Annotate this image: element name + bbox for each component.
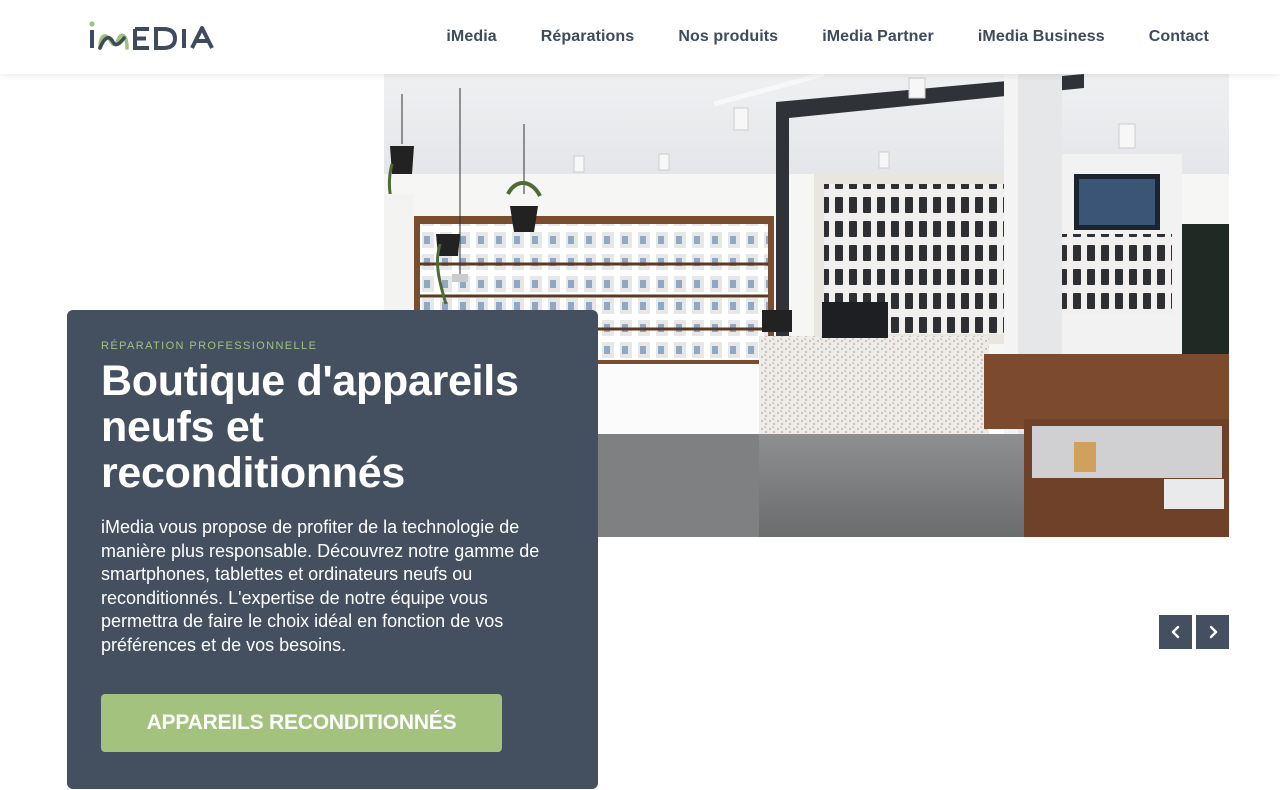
site-header: iMedia Réparations Nos produits iMedia P… [0,0,1280,74]
hero-card: Réparation professionnelle Boutique d'ap… [67,310,598,789]
slider-next-button[interactable] [1196,615,1229,649]
chevron-right-icon [1209,625,1217,639]
hero-description: iMedia vous propose de profiter de la te… [101,517,540,655]
nav-item-imedia-business[interactable]: iMedia Business [978,28,1105,46]
hero-title: Boutique d'appareils neufs et reconditio… [101,357,519,497]
nav-item-imedia-partner[interactable]: iMedia Partner [822,28,934,46]
hero-eyebrow: Réparation professionnelle [101,340,318,352]
nav-item-reparations[interactable]: Réparations [541,28,635,46]
logo-mark-icon [89,21,214,50]
imedia-logo[interactable] [89,16,235,56]
main-nav: iMedia Réparations Nos produits iMedia P… [402,0,1209,74]
nav-item-imedia[interactable]: iMedia [446,28,496,46]
nav-item-nos-produits[interactable]: Nos produits [678,28,778,46]
refurbished-devices-button[interactable]: APPAREILS RECONDITIONNÉS [101,694,502,752]
slider-prev-button[interactable] [1159,615,1192,649]
nav-item-contact[interactable]: Contact [1149,28,1209,46]
chevron-left-icon [1171,625,1179,639]
